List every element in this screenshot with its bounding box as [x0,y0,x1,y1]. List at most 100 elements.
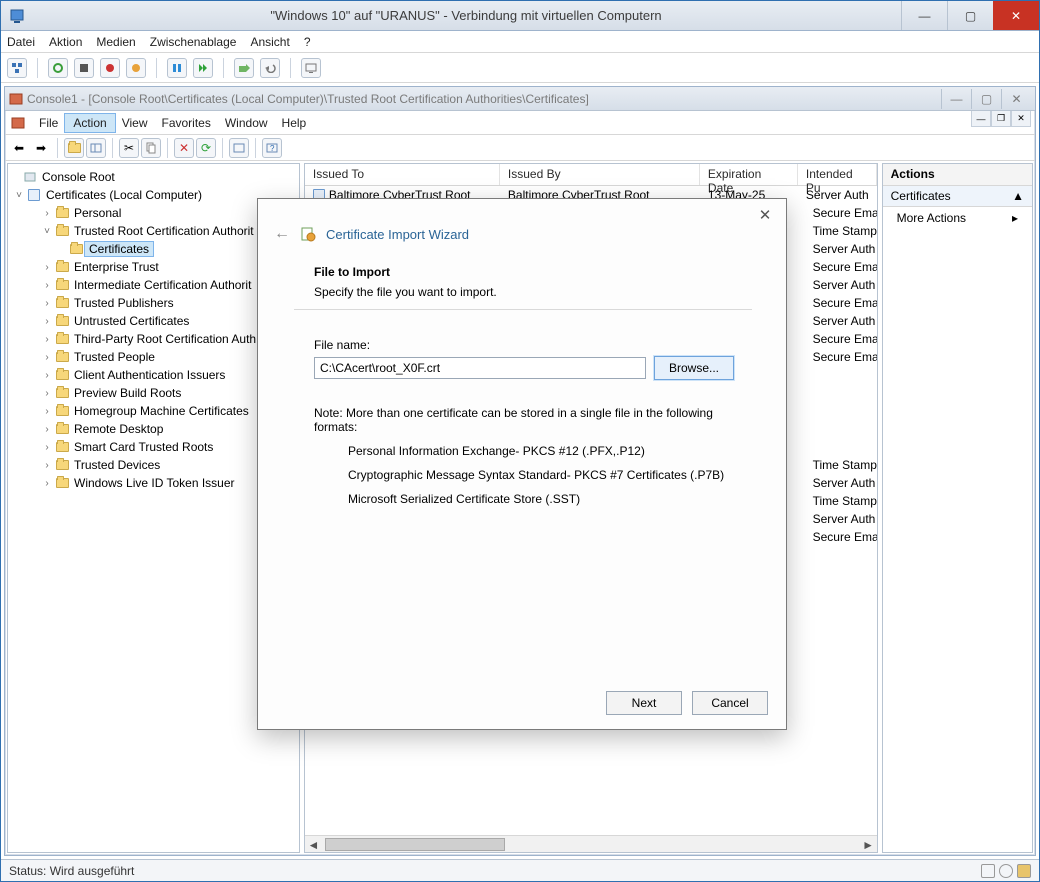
col-intended-purpose[interactable]: Intended Pu [798,164,877,185]
mmc-minimize-button[interactable]: — [941,89,971,109]
menu-datei[interactable]: Datei [7,35,35,49]
tree-console-root[interactable]: Console Root [8,168,299,186]
menu-action[interactable]: Action [64,113,115,133]
tree-item[interactable]: ˅Trusted Root Certification Authorit [8,222,299,240]
horizontal-scrollbar[interactable]: ◄ ► [305,835,877,852]
mdi-restore[interactable]: ❐ [991,111,1011,127]
list-row[interactable]: Secure Emai [805,258,877,276]
copy-icon[interactable] [141,138,161,158]
tree-item[interactable]: ›Preview Build Roots [8,384,299,402]
refresh-icon[interactable]: ⟳ [196,138,216,158]
minimize-button[interactable]: — [901,1,947,30]
tree-item[interactable]: ›Homegroup Machine Certificates [8,402,299,420]
tree-certificates-local-computer[interactable]: ˅ Certificates (Local Computer) [8,186,299,204]
tree-item[interactable]: ›Smart Card Trusted Roots [8,438,299,456]
show-hide-tree-icon[interactable] [86,138,106,158]
list-row[interactable]: Server Auth [805,312,877,330]
tree-item[interactable]: ›Trusted Publishers [8,294,299,312]
reset-icon[interactable] [193,58,213,78]
list-row[interactable] [805,420,877,438]
outer-menubar: Datei Aktion Medien Zwischenablage Ansic… [1,31,1039,53]
filename-input[interactable] [314,357,646,379]
menu-medien[interactable]: Medien [96,35,135,49]
tree-item[interactable]: ›Third-Party Root Certification Auth [8,330,299,348]
wizard-close-button[interactable]: ✕ [750,203,780,227]
mmc-maximize-button[interactable]: ▢ [971,89,1001,109]
list-row[interactable]: Server Auth [805,276,877,294]
list-row[interactable]: Server Auth [805,510,877,528]
menu-favorites[interactable]: Favorites [162,116,211,130]
list-row[interactable]: Secure Emai [805,294,877,312]
tree-item[interactable]: ›Trusted People [8,348,299,366]
console-tree[interactable]: Console Root ˅ Certificates (Local Compu… [7,163,300,853]
list-row[interactable]: Secure Emai [805,330,877,348]
ctrl-alt-del-icon[interactable] [7,58,27,78]
tree-item[interactable]: ›Windows Live ID Token Issuer [8,474,299,492]
menu-help[interactable]: ? [304,35,311,49]
mdi-close[interactable]: ✕ [1011,111,1031,127]
list-row[interactable]: Secure Emai [805,348,877,366]
cancel-button[interactable]: Cancel [692,691,768,715]
tree-item[interactable]: ›Trusted Devices [8,456,299,474]
mmc-icon [9,92,23,106]
maximize-button[interactable]: ▢ [947,1,993,30]
help-icon[interactable]: ? [262,138,282,158]
list-row[interactable] [805,438,877,456]
list-row[interactable]: Time Stamp [805,222,877,240]
delete-icon[interactable]: ✕ [174,138,194,158]
shutdown-icon[interactable] [100,58,120,78]
scroll-left-icon[interactable]: ◄ [305,836,322,853]
col-issued-by[interactable]: Issued By [500,164,700,185]
menu-ansicht[interactable]: Ansicht [250,35,289,49]
list-row[interactable]: Secure Emai [805,528,877,546]
menu-zwischenablage[interactable]: Zwischenablage [150,35,237,49]
wizard-back-button[interactable]: ← [274,225,290,243]
turnoff-icon[interactable] [74,58,94,78]
tree-item[interactable]: ›Untrusted Certificates [8,312,299,330]
list-row[interactable]: Secure Emai [805,204,877,222]
save-icon[interactable] [126,58,146,78]
col-expiration[interactable]: Expiration Date [700,164,798,185]
list-header[interactable]: Issued To Issued By Expiration Date Inte… [305,164,877,186]
start-icon[interactable] [48,58,68,78]
tree-item[interactable]: ›Personal [8,204,299,222]
next-button[interactable]: Next [606,691,682,715]
browse-button[interactable]: Browse... [654,356,734,380]
list-row[interactable]: Time Stamp [805,492,877,510]
back-icon[interactable]: ⬅ [9,138,29,158]
list-row[interactable]: Server Auth [805,474,877,492]
list-row[interactable] [805,384,877,402]
menu-window[interactable]: Window [225,116,268,130]
scroll-thumb[interactable] [325,838,505,851]
tree-item[interactable]: ›Client Authentication Issuers [8,366,299,384]
pause-icon[interactable] [167,58,187,78]
mmc-title: Console1 - [Console Root\Certificates (L… [23,92,941,106]
list-row[interactable]: Time Stamp [805,456,877,474]
mmc-close-button[interactable]: ✕ [1001,89,1031,109]
menu-file[interactable]: File [39,116,58,130]
revert-icon[interactable] [260,58,280,78]
checkpoint-icon[interactable] [234,58,254,78]
col-issued-to[interactable]: Issued To [305,164,500,185]
actions-subheader[interactable]: Certificates ▲ [883,186,1032,207]
list-row[interactable] [805,402,877,420]
menu-help-mmc[interactable]: Help [282,116,307,130]
tree-item[interactable]: ›Enterprise Trust [8,258,299,276]
enhanced-session-icon[interactable] [301,58,321,78]
list-row[interactable] [805,366,877,384]
list-row[interactable]: Server Auth [805,240,877,258]
menu-aktion[interactable]: Aktion [49,35,82,49]
forward-icon[interactable]: ➡ [31,138,51,158]
scroll-right-icon[interactable]: ► [860,836,877,853]
menu-view[interactable]: View [122,116,148,130]
close-button[interactable]: ✕ [993,1,1039,30]
export-list-icon[interactable] [229,138,249,158]
actions-more[interactable]: More Actions ▸ [883,207,1032,229]
tree-item[interactable]: ›Remote Desktop [8,420,299,438]
collapse-icon[interactable]: ▲ [1012,189,1024,203]
mdi-minimize[interactable]: — [971,111,991,127]
cut-icon[interactable]: ✂ [119,138,139,158]
up-icon[interactable] [64,138,84,158]
tree-item[interactable]: ›Intermediate Certification Authorit [8,276,299,294]
tree-item[interactable]: Certificates [8,240,299,258]
